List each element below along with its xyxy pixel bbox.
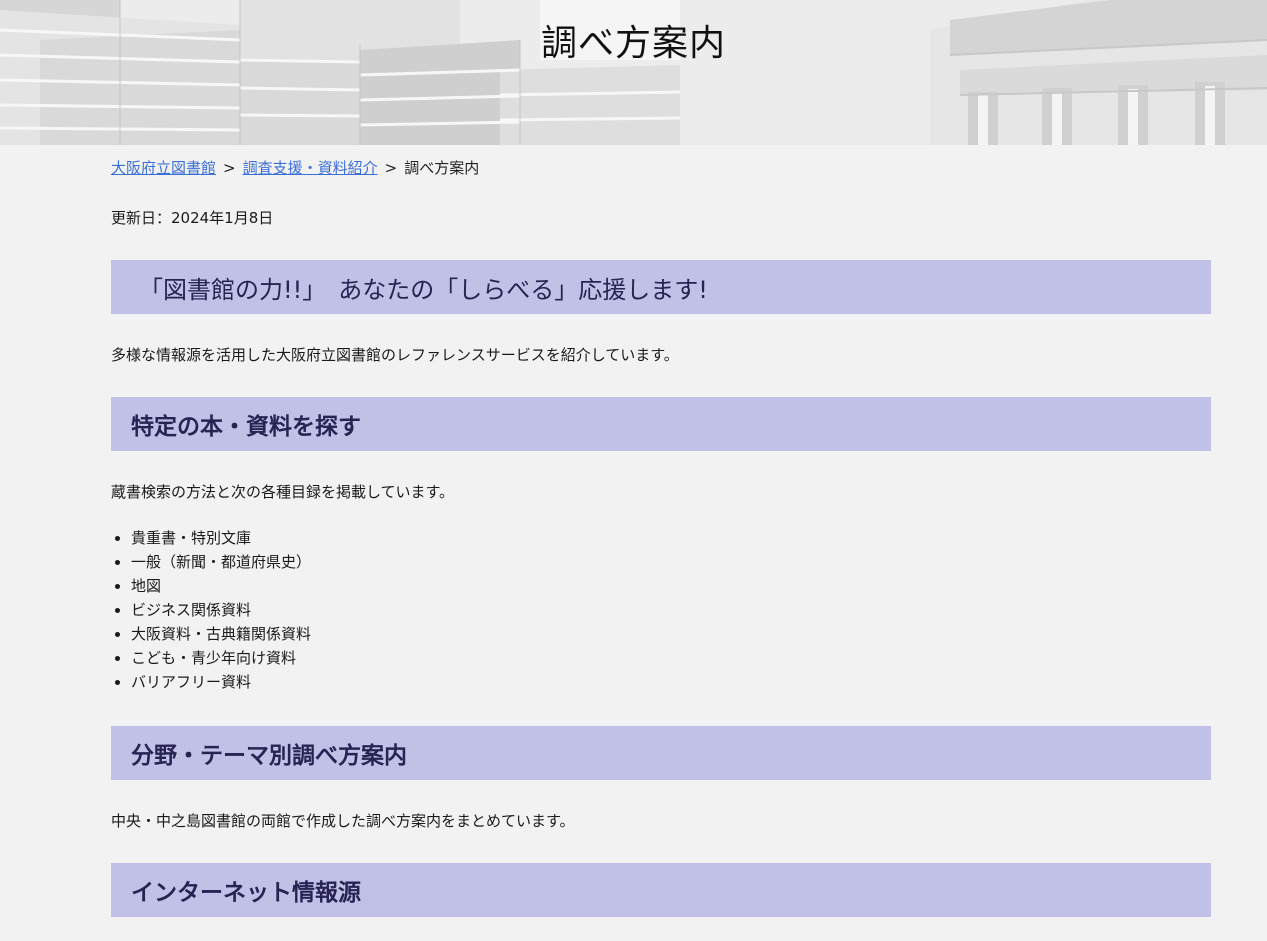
list-item: 貴重書・特別文庫 bbox=[131, 526, 1211, 550]
list-item: バリアフリー資料 bbox=[131, 670, 1211, 694]
list-item: 一般（新聞・都道府県史） bbox=[131, 550, 1211, 574]
header-banner: 調べ方案内 bbox=[0, 0, 1267, 145]
section-heading-find-materials: 特定の本・資料を探す bbox=[111, 397, 1211, 451]
list-item: 地図 bbox=[131, 574, 1211, 598]
breadcrumb: 大阪府立図書館 > 調査支援・資料紹介 > 調べ方案内 bbox=[111, 158, 1211, 178]
updated-date: 更新日：2024年1月8日 bbox=[111, 209, 274, 227]
section-heading-internet-sources: インターネット情報源 bbox=[111, 863, 1211, 917]
section-text-intro: 多様な情報源を活用した大阪府立図書館のレファレンスサービスを紹介しています。 bbox=[111, 346, 679, 364]
catalog-list: 貴重書・特別文庫 一般（新聞・都道府県史） 地図 ビジネス関係資料 大阪資料・古… bbox=[111, 526, 1211, 694]
section-text-find-materials: 蔵書検索の方法と次の各種目録を掲載しています。 bbox=[111, 483, 455, 501]
main-content: 大阪府立図書館 > 調査支援・資料紹介 > 調べ方案内 更新日：2024年1月8日 「図… bbox=[111, 145, 1211, 917]
list-item: ビジネス関係資料 bbox=[131, 598, 1211, 622]
breadcrumb-link-home[interactable]: 大阪府立図書館 bbox=[111, 159, 216, 177]
section-heading-subject-guides: 分野・テーマ別調べ方案内 bbox=[111, 726, 1211, 780]
section-text-subject-guides: 中央・中之島図書館の両館で作成した調べ方案内をまとめています。 bbox=[111, 812, 575, 830]
breadcrumb-current: 調べ方案内 bbox=[404, 159, 480, 177]
breadcrumb-separator: > bbox=[223, 159, 236, 177]
list-item: 大阪資料・古典籍関係資料 bbox=[131, 622, 1211, 646]
breadcrumb-separator: > bbox=[384, 159, 398, 177]
section-heading-intro: 「図書館の力!!」 あなたの「しらべる」応援します! bbox=[111, 260, 1211, 314]
list-item: こども・青少年向け資料 bbox=[131, 646, 1211, 670]
page-title: 調べ方案内 bbox=[540, 23, 726, 64]
breadcrumb-link-research-support[interactable]: 調査支援・資料紹介 bbox=[243, 159, 378, 177]
